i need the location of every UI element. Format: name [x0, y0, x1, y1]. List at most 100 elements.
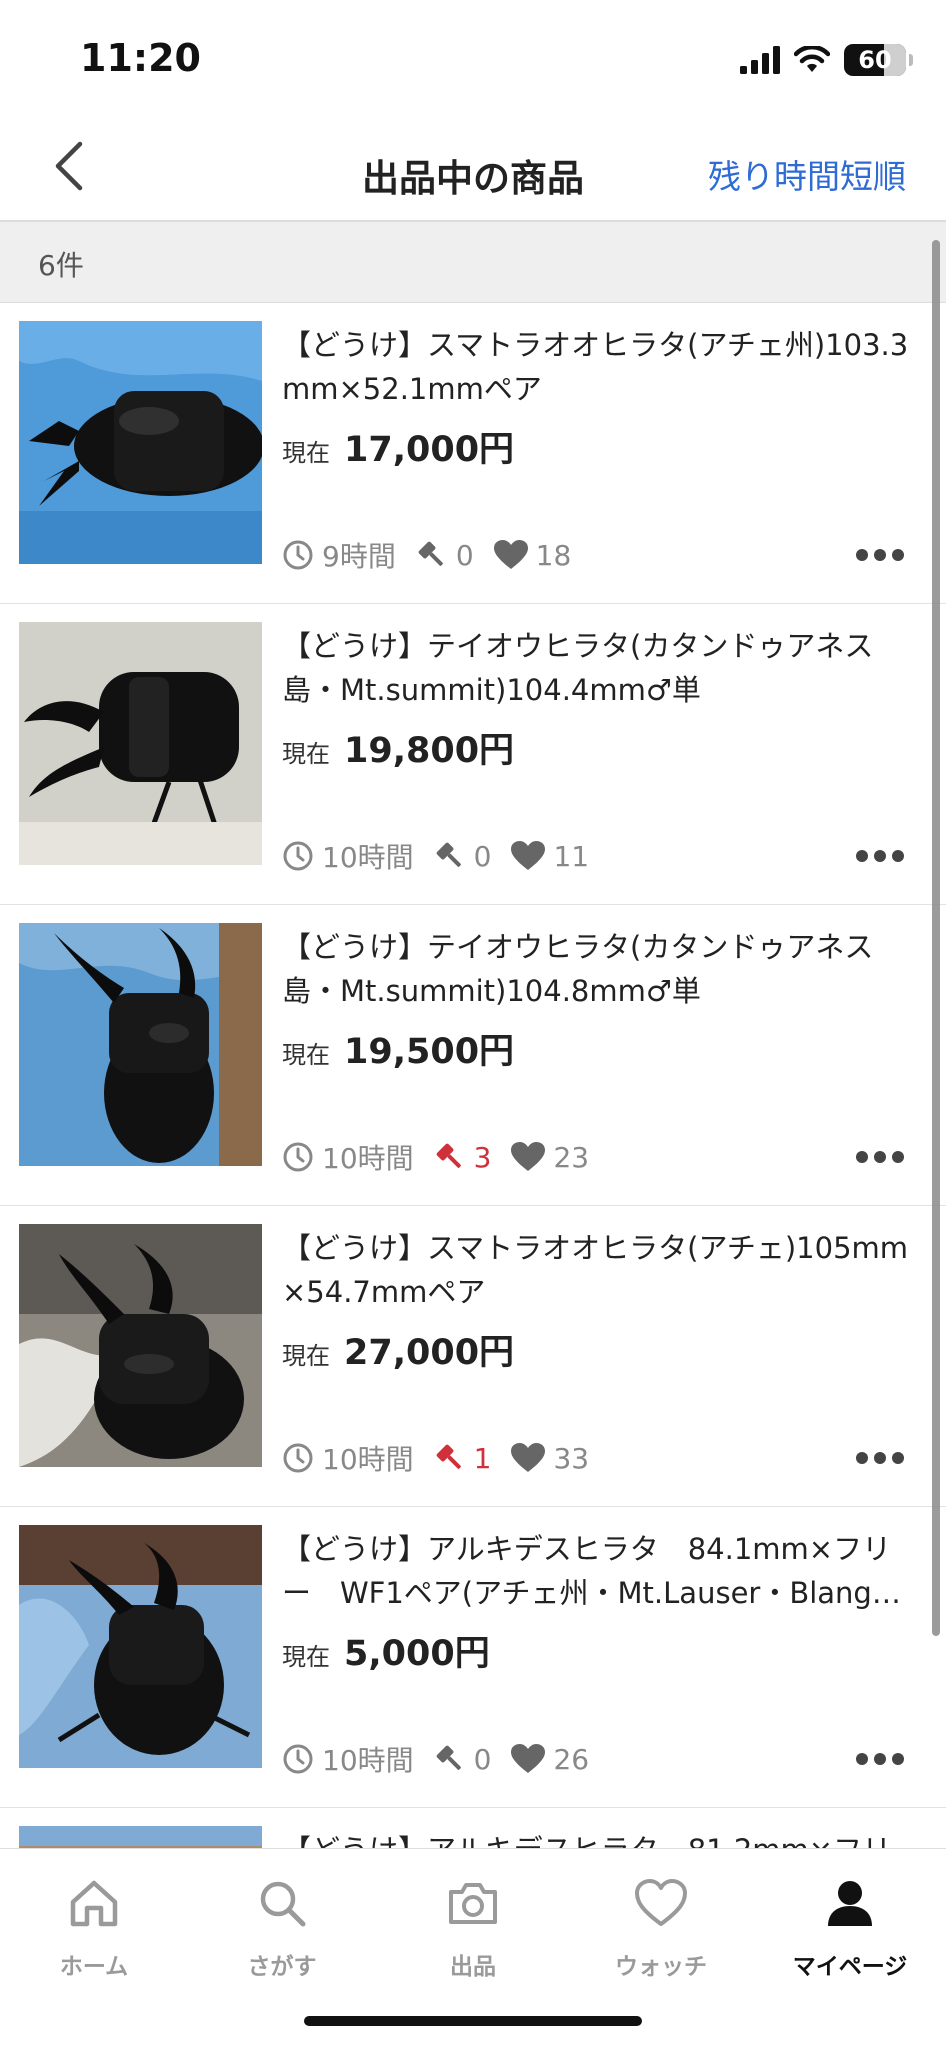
like-count: 26	[553, 1742, 590, 1776]
more-icon	[856, 1753, 904, 1765]
nav-bar: 出品中の商品 残り時間短順	[0, 110, 946, 222]
wifi-icon	[794, 46, 830, 72]
item-thumbnail[interactable]	[19, 321, 262, 564]
bid-count: 0	[455, 538, 474, 572]
like-count: 23	[553, 1140, 590, 1174]
item-title[interactable]: 【どうけ】スマトラオオヒラタ(アチェ)105mm×54.7mmペア	[282, 1226, 912, 1314]
item-title[interactable]: 【どうけ】テイオウヒラタ(カタンドゥアネス島・Mt.summit)104.4mm…	[282, 624, 912, 712]
more-icon	[856, 549, 904, 561]
tab-watch[interactable]: ウォッチ	[581, 1871, 741, 1981]
gavel-icon	[434, 840, 466, 872]
item-title[interactable]: 【どうけ】スマトラオオヒラタ(アチェ州)103.3mm×52.1mmペア	[282, 323, 912, 411]
heart-icon	[511, 1744, 546, 1774]
current-price: 5,000円	[344, 1634, 490, 1674]
bid-count: 0	[473, 839, 492, 873]
price-row: 現在 19,800円	[282, 722, 514, 773]
more-icon	[856, 1452, 904, 1464]
listing-item[interactable]: 【どうけ】スマトラオオヒラタ(アチェ)105mm×54.7mmペア 現在 27,…	[0, 1206, 946, 1507]
time-left: 10時間	[322, 1443, 414, 1476]
tab-label: マイページ	[792, 1954, 908, 1980]
current-price: 27,000円	[344, 1333, 515, 1373]
clock-icon	[282, 539, 314, 571]
item-thumbnail[interactable]	[19, 1525, 262, 1768]
clock-icon	[282, 840, 314, 872]
home-icon	[14, 1871, 174, 1935]
item-title[interactable]: 【どうけ】アルキデスヒラタ 84.1mm×フリー WF1ペア(アチェ州・Mt.L…	[282, 1527, 912, 1615]
clock-icon	[282, 1442, 314, 1474]
current-price: 17,000円	[344, 430, 515, 470]
bid-count: 3	[473, 1140, 492, 1174]
tab-label: 出品	[450, 1954, 496, 1980]
listing-item[interactable]: 【どうけ】アルキデスヒラタ 81.2mm×フリ	[0, 1808, 946, 1848]
item-meta: 9時間 0 18	[282, 533, 591, 577]
battery-icon: 60	[844, 44, 913, 76]
gavel-icon	[434, 1442, 466, 1474]
status-time: 11:20	[80, 36, 201, 80]
heart-icon	[581, 1871, 741, 1935]
listing-item[interactable]: 【どうけ】スマトラオオヒラタ(アチェ州)103.3mm×52.1mmペア 現在 …	[0, 303, 946, 604]
like-count: 18	[535, 538, 572, 572]
current-price: 19,500円	[344, 1032, 515, 1072]
bid-count: 1	[473, 1441, 492, 1475]
home-indicator	[304, 2016, 642, 2026]
result-count-bar: 6件	[0, 222, 946, 303]
tab-label: ホーム	[59, 1954, 129, 1980]
status-bar: 11:20 60	[0, 0, 946, 110]
price-row: 現在 19,500円	[282, 1023, 514, 1074]
listing-item[interactable]: 【どうけ】アルキデスヒラタ 84.1mm×フリー WF1ペア(アチェ州・Mt.L…	[0, 1507, 946, 1808]
result-count: 6件	[38, 249, 84, 282]
listing-list[interactable]: 【どうけ】スマトラオオヒラタ(アチェ州)103.3mm×52.1mmペア 現在 …	[0, 303, 946, 1848]
more-options-button[interactable]	[854, 1145, 906, 1169]
bid-count: 0	[473, 1742, 492, 1776]
price-label: 現在	[282, 1041, 330, 1069]
price-row: 現在 17,000円	[282, 421, 514, 472]
listing-item[interactable]: 【どうけ】テイオウヒラタ(カタンドゥアネス島・Mt.summit)104.4mm…	[0, 604, 946, 905]
tab-label: ウォッチ	[615, 1954, 707, 1980]
price-label: 現在	[282, 1342, 330, 1370]
gavel-icon	[416, 539, 448, 571]
tab-search[interactable]: さがす	[202, 1871, 362, 1981]
clock-icon	[282, 1743, 314, 1775]
heart-icon	[511, 1142, 546, 1172]
item-thumbnail[interactable]	[19, 923, 262, 1166]
item-title[interactable]: 【どうけ】アルキデスヒラタ 81.2mm×フリ	[282, 1828, 912, 1848]
item-thumbnail[interactable]	[19, 1826, 262, 1848]
scrollbar[interactable]	[932, 240, 940, 1636]
person-icon	[770, 1871, 930, 1935]
price-label: 現在	[282, 740, 330, 768]
like-count: 33	[553, 1441, 590, 1475]
item-title[interactable]: 【どうけ】テイオウヒラタ(カタンドゥアネス島・Mt.summit)104.8mm…	[282, 925, 912, 1013]
item-meta: 10時間 1 33	[282, 1436, 609, 1480]
camera-icon	[393, 1871, 553, 1935]
tab-mypage[interactable]: マイページ	[770, 1871, 930, 1981]
price-row: 現在 27,000円	[282, 1324, 514, 1375]
tab-label: さがす	[247, 1954, 317, 1980]
item-meta: 10時間 0 11	[282, 834, 609, 878]
gavel-icon	[434, 1141, 466, 1173]
tab-home[interactable]: ホーム	[14, 1871, 174, 1981]
heart-icon	[511, 1443, 546, 1473]
signal-icon	[740, 46, 780, 74]
time-left: 10時間	[322, 1744, 414, 1777]
tab-sell[interactable]: 出品	[393, 1871, 553, 1981]
item-thumbnail[interactable]	[19, 1224, 262, 1467]
more-options-button[interactable]	[854, 844, 906, 868]
item-meta: 10時間 0 26	[282, 1737, 609, 1781]
clock-icon	[282, 1141, 314, 1173]
heart-icon	[493, 540, 528, 570]
item-thumbnail[interactable]	[19, 622, 262, 865]
more-icon	[856, 850, 904, 862]
heart-icon	[511, 841, 546, 871]
price-label: 現在	[282, 439, 330, 467]
time-left: 10時間	[322, 1142, 414, 1175]
more-options-button[interactable]	[854, 543, 906, 567]
sort-button[interactable]: 残り時間短順	[708, 150, 906, 198]
time-left: 10時間	[322, 841, 414, 874]
current-price: 19,800円	[344, 731, 515, 771]
listing-item[interactable]: 【どうけ】テイオウヒラタ(カタンドゥアネス島・Mt.summit)104.8mm…	[0, 905, 946, 1206]
price-label: 現在	[282, 1643, 330, 1671]
more-options-button[interactable]	[854, 1747, 906, 1771]
price-row: 現在 5,000円	[282, 1625, 490, 1676]
more-options-button[interactable]	[854, 1446, 906, 1470]
search-icon	[202, 1871, 362, 1935]
